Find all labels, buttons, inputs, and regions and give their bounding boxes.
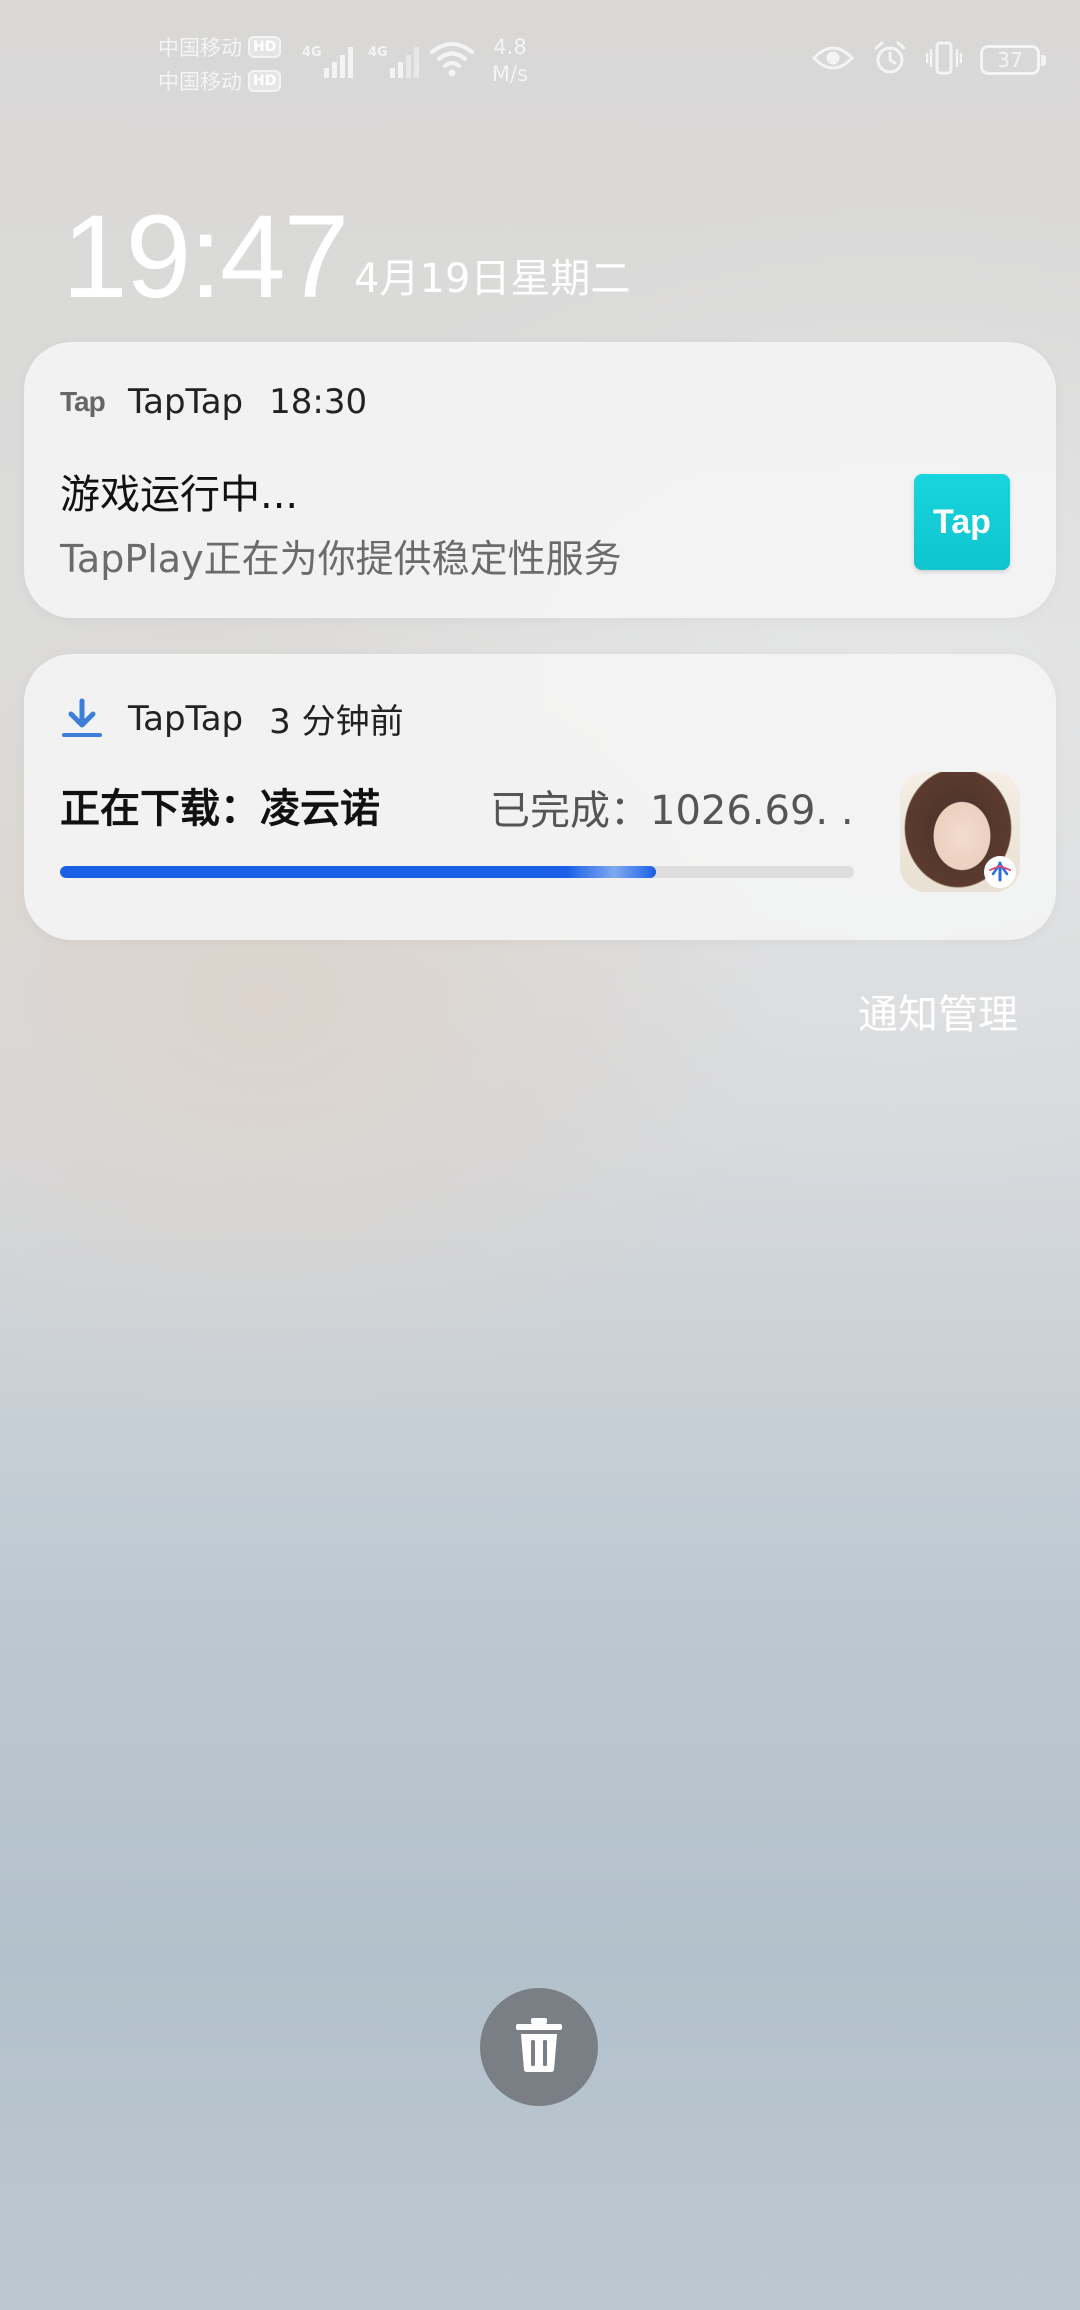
notification-title: 游戏运行中... (60, 472, 299, 518)
notification-time: 3 分钟前 (269, 702, 404, 742)
vibrate-icon (925, 40, 963, 80)
game-app-icon (900, 772, 1020, 892)
lockscreen-time: 19:47 (62, 191, 349, 323)
clear-notifications-button[interactable] (480, 1988, 598, 2106)
hd-badge: HD (248, 36, 282, 58)
notification-management-button[interactable]: 通知管理 (858, 982, 1018, 1040)
carrier-group: 中国移动 HD 中国移动 HD (158, 30, 298, 98)
download-title: 正在下载：凌云诺 (60, 786, 380, 832)
download-status: 已完成：1026.69. . (490, 788, 854, 834)
lockscreen-date: 4月19日星期二 (354, 256, 631, 302)
notification-app-name: TapTap (128, 698, 244, 739)
notification-body: TapPlay正在为你提供稳定性服务 (60, 537, 622, 581)
battery-icon: 37 (980, 45, 1046, 75)
download-progress-fill (60, 866, 656, 878)
eye-icon (811, 44, 855, 76)
alarm-icon (872, 40, 908, 80)
notification-download[interactable]: TapTap 3 分钟前 正在下载：凌云诺 已完成：1026.69. . (24, 654, 1056, 940)
notification-header: Tap TapTap 18:30 (60, 382, 367, 422)
notification-header: TapTap 3 分钟前 (60, 694, 404, 743)
download-progress-bar (60, 866, 854, 878)
carrier-2-name: 中国移动 (158, 70, 242, 94)
speed-unit: M/s (491, 62, 529, 86)
hd-badge: HD (248, 70, 282, 92)
status-bar: 中国移动 HD 中国移动 HD 4G 4G 4.8 M/s 37 (0, 0, 1080, 110)
speed-value: 4.8 (493, 35, 527, 59)
trash-icon (513, 2016, 565, 2078)
notification-time: 18:30 (269, 382, 368, 422)
network-2-label: 4G (368, 45, 388, 60)
status-right-icons: 37 (811, 40, 1046, 80)
carrier-1-name: 中国移动 (158, 36, 242, 60)
taptap-app-icon: Tap (914, 474, 1010, 570)
notification-app-name: TapTap (128, 382, 244, 422)
game-badge-icon (984, 856, 1016, 888)
notification-taptap-running[interactable]: Tap TapTap 18:30 游戏运行中... TapPlay正在为你提供稳… (24, 342, 1056, 618)
network-1-label: 4G (302, 45, 322, 60)
signal-icon: 4G (368, 38, 426, 84)
download-icon (60, 697, 108, 741)
taptap-logo-icon: Tap (60, 386, 106, 417)
carrier-1: 中国移动 HD (158, 30, 298, 64)
battery-level: 37 (997, 48, 1023, 72)
carrier-2: 中国移动 HD (158, 64, 298, 98)
network-speed: 4.8 M/s (480, 34, 540, 88)
signal-icon: 4G (302, 38, 360, 84)
wifi-icon (430, 40, 474, 82)
